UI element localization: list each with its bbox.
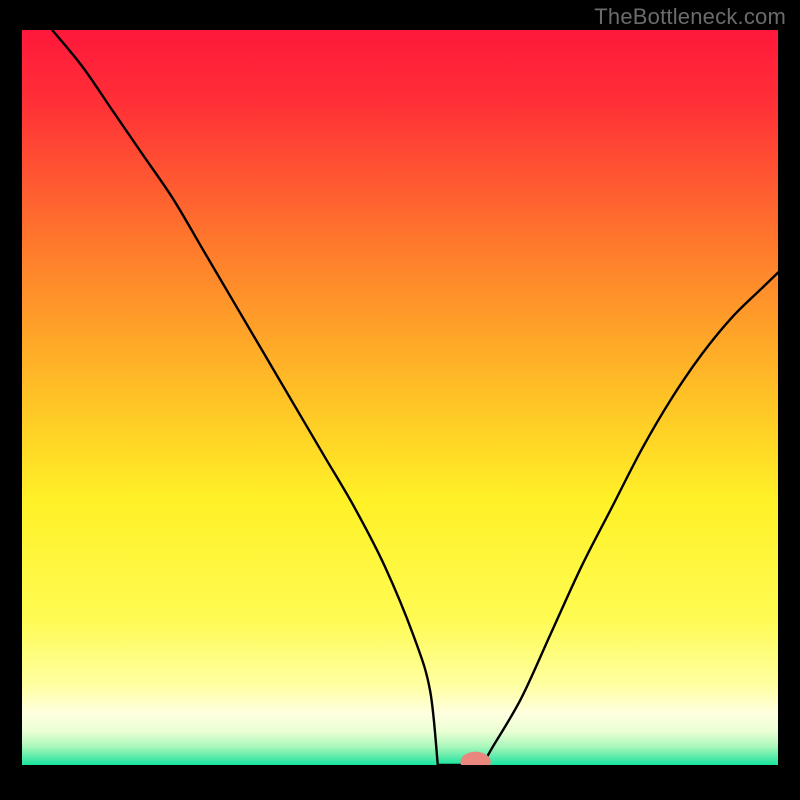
plot-area — [22, 30, 778, 765]
gradient-background — [22, 30, 778, 765]
chart-svg — [22, 30, 778, 765]
watermark-text: TheBottleneck.com — [594, 4, 786, 30]
chart-frame: TheBottleneck.com — [0, 0, 800, 800]
